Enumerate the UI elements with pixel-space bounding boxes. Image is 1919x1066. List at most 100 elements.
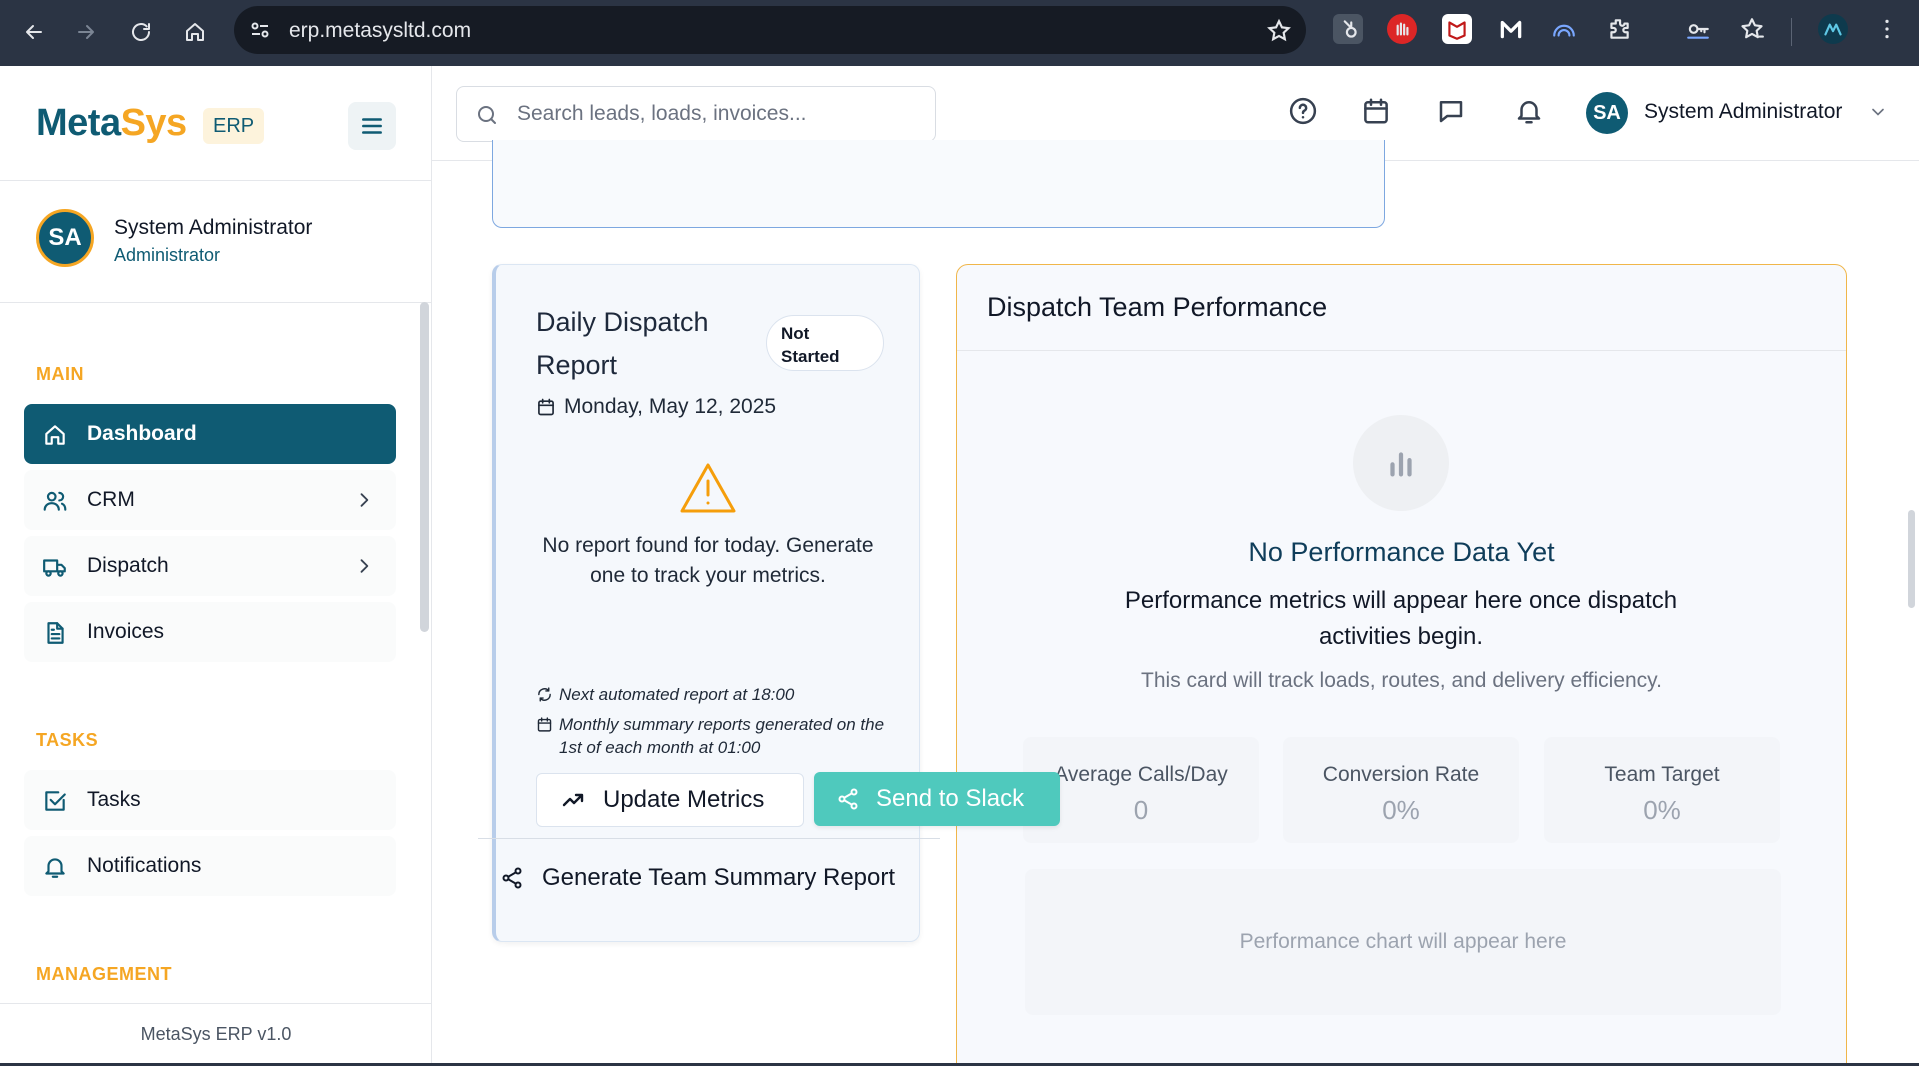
- bell-icon: [1517, 101, 1541, 124]
- sidebar-item-dashboard[interactable]: Dashboard: [24, 404, 396, 464]
- metric-conversion-rate: Conversion Rate 0%: [1283, 737, 1519, 843]
- help-circle-icon: [1289, 97, 1317, 125]
- document-icon: [42, 620, 68, 646]
- sidebar-item-label: Invoices: [87, 620, 165, 643]
- extension-mcafee-icon[interactable]: [1442, 14, 1472, 44]
- header-user-avatar[interactable]: SA: [1586, 92, 1628, 134]
- sidebar-item-label: Dispatch: [87, 554, 169, 577]
- update-metrics-button[interactable]: Update Metrics: [536, 773, 804, 827]
- send-to-slack-label: Send to Slack: [876, 785, 1025, 812]
- update-metrics-label: Update Metrics: [603, 786, 765, 813]
- sidebar: MetaSys ERP SA System Administrator Admi…: [0, 66, 432, 1066]
- search-box[interactable]: [456, 86, 936, 142]
- erp-badge: ERP: [203, 108, 265, 144]
- profile-avatar-icon[interactable]: [1818, 14, 1848, 44]
- bookmarks-star-icon[interactable]: [1737, 14, 1767, 44]
- brand-sys: Sys: [120, 102, 188, 144]
- sidebar-user-avatar: SA: [36, 209, 94, 267]
- extension-adblock-icon[interactable]: [1387, 14, 1417, 44]
- arrow-right-icon: [78, 25, 94, 39]
- extension-malwarebytes-icon[interactable]: [1496, 14, 1526, 44]
- url-text[interactable]: erp.metasysltd.com: [289, 19, 471, 43]
- truck-icon: [42, 554, 68, 580]
- performance-empty-title: No Performance Data Yet: [1248, 537, 1555, 567]
- send-to-slack-button[interactable]: Send to Slack: [814, 772, 1060, 826]
- chevron-right-icon: [354, 490, 374, 510]
- home-icon: [42, 422, 68, 448]
- next-report-text: Next automated report at 18:00: [559, 685, 795, 704]
- monthly-report-text: Monthly summary reports generated on the…: [559, 715, 885, 757]
- sidebar-item-notifications[interactable]: Notifications: [24, 836, 396, 896]
- search-icon: [475, 103, 499, 127]
- sidebar-user-name: System Administrator: [114, 216, 313, 239]
- share-icon: [502, 867, 522, 889]
- notifications-button[interactable]: [1514, 96, 1546, 128]
- main-scrollbar[interactable]: [1908, 510, 1915, 608]
- daily-dispatch-report-card: Daily Dispatch Report Not Started Monday…: [492, 264, 920, 942]
- chat-icon: [1439, 101, 1463, 123]
- toolbar-divider: [1791, 18, 1792, 46]
- reload-button[interactable]: [123, 14, 159, 50]
- users-icon: [42, 488, 68, 514]
- section-main-label: MAIN: [36, 364, 84, 384]
- calendar-icon: [1364, 98, 1388, 124]
- password-key-icon[interactable]: [1683, 14, 1713, 44]
- section-tasks-label: TASKS: [36, 730, 99, 750]
- performance-title: Dispatch Team Performance: [987, 292, 1328, 322]
- refresh-icon: [538, 687, 551, 702]
- dispatch-team-performance-card: Dispatch Team Performance No Performance…: [956, 264, 1847, 1066]
- previous-card: [492, 140, 1385, 228]
- extension-vpn-icon[interactable]: [1549, 14, 1579, 44]
- back-button[interactable]: [16, 14, 52, 50]
- home-icon: [186, 23, 204, 41]
- menu-toggle-button[interactable]: [348, 102, 396, 150]
- generate-team-summary-button[interactable]: Generate Team Summary Report: [500, 860, 895, 896]
- sidebar-divider: [0, 180, 432, 181]
- sidebar-item-label: Tasks: [87, 788, 141, 811]
- sidebar-item-tasks[interactable]: Tasks: [24, 770, 396, 830]
- sidebar-divider: [0, 302, 432, 303]
- chevron-down-icon[interactable]: [1868, 102, 1888, 122]
- sidebar-item-dispatch[interactable]: Dispatch: [24, 536, 396, 596]
- performance-chart-placeholder: Performance chart will appear here: [1025, 869, 1781, 1015]
- browser-toolbar: erp.metasysltd.com: [0, 0, 1919, 66]
- report-date: Monday, May 12, 2025: [536, 395, 776, 419]
- extensions-puzzle-icon[interactable]: [1604, 14, 1634, 44]
- sidebar-user-role: Administrator: [114, 245, 221, 265]
- search-input[interactable]: [517, 99, 917, 129]
- brand-logo[interactable]: MetaSys: [36, 102, 187, 145]
- performance-empty-description: Performance metrics will appear here onc…: [1124, 587, 1678, 650]
- sidebar-footer: MetaSys ERP v1.0: [0, 1003, 432, 1066]
- sidebar-item-label: Notifications: [87, 854, 202, 877]
- metric-label: Conversion Rate: [1322, 763, 1480, 786]
- bookmark-star-icon[interactable]: [1266, 18, 1292, 44]
- daily-report-title: Daily Dispatch Report: [536, 307, 709, 380]
- bell-icon: [42, 854, 68, 880]
- bar-chart-icon: [1353, 415, 1449, 511]
- site-settings-icon[interactable]: [248, 18, 272, 42]
- calendar-icon: [537, 717, 552, 732]
- header-user-name[interactable]: System Administrator: [1644, 100, 1842, 124]
- status-badge: Not Started: [766, 315, 884, 371]
- arrow-left-icon: [26, 25, 42, 39]
- calendar-icon: [538, 398, 554, 416]
- forward-button[interactable]: [68, 14, 104, 50]
- browser-menu-icon[interactable]: [1872, 14, 1902, 44]
- performance-card-header: Dispatch Team Performance: [957, 265, 1846, 351]
- generate-team-summary-label: Generate Team Summary Report: [542, 864, 896, 891]
- sidebar-scrollbar[interactable]: [420, 302, 429, 632]
- sidebar-item-crm[interactable]: CRM: [24, 470, 396, 530]
- checkbox-icon: [42, 788, 68, 814]
- address-bar[interactable]: erp.metasysltd.com: [234, 6, 1306, 54]
- calendar-button[interactable]: [1361, 96, 1393, 128]
- metric-value: 0%: [1643, 795, 1681, 825]
- home-button[interactable]: [177, 14, 213, 50]
- sidebar-item-label: CRM: [87, 488, 135, 511]
- extension-hubspot-icon[interactable]: [1333, 14, 1363, 44]
- help-button[interactable]: [1288, 96, 1320, 128]
- performance-empty-subtext: This card will track loads, routes, and …: [1141, 669, 1662, 692]
- trending-up-icon: [562, 793, 584, 807]
- messages-button[interactable]: [1436, 96, 1468, 128]
- sidebar-item-invoices[interactable]: Invoices: [24, 602, 396, 662]
- card-divider: [478, 838, 940, 839]
